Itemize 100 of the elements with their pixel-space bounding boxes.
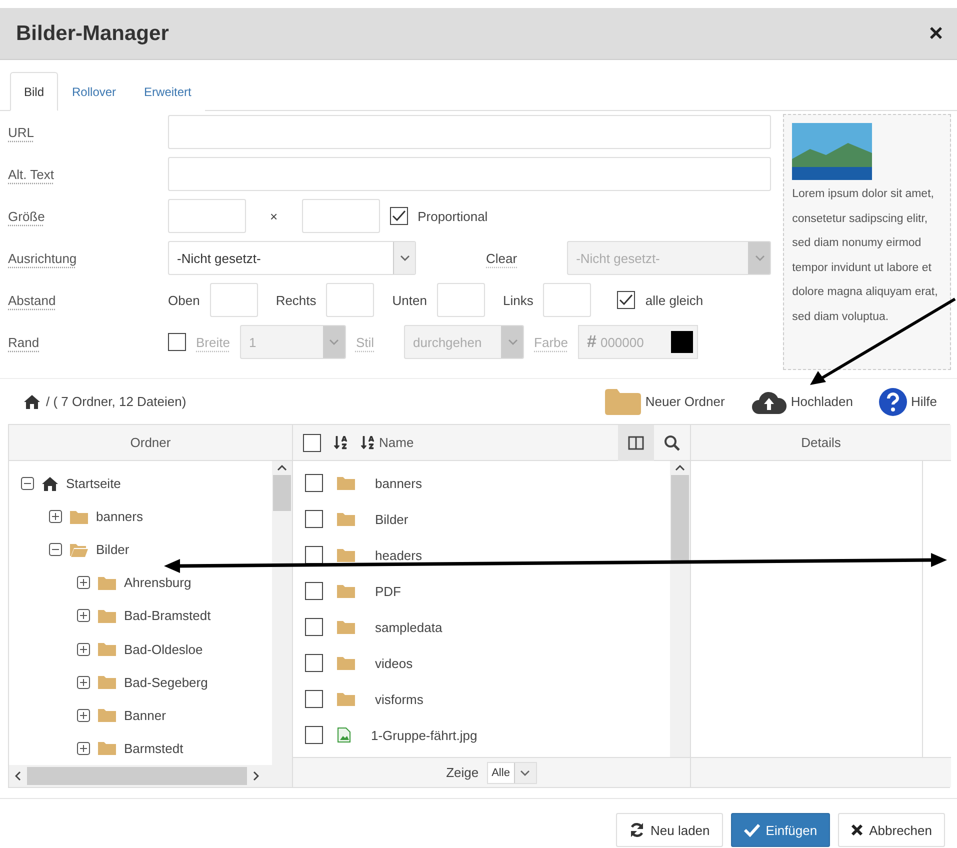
checkbox[interactable] <box>305 546 323 564</box>
tab[interactable]: Bild <box>10 72 58 111</box>
check-icon <box>744 823 760 837</box>
scroll-right-icon[interactable] <box>253 771 259 781</box>
checkbox[interactable] <box>305 726 323 744</box>
folder-icon <box>337 692 355 706</box>
checkbox[interactable] <box>305 582 323 600</box>
folder-icon <box>70 510 88 524</box>
dialog-title: Bilder-Manager <box>16 22 169 46</box>
refresh-icon <box>628 822 644 838</box>
folder-tree-item[interactable]: Ahrensburg <box>124 575 192 590</box>
chevron-down-icon <box>754 255 765 261</box>
file-name[interactable]: PDF <box>375 584 401 598</box>
checkbox[interactable] <box>168 333 186 351</box>
checkbox[interactable] <box>390 207 408 225</box>
checkbox-label: Proportional <box>418 208 488 224</box>
preview-text: Lorem ipsum dolor sit amet, consetetur sadipscing elitr, sed diam nonumy eirmod tempor invidunt ut labore et dolore magna aliquyam erat, sed diam voluptua. <box>792 187 939 324</box>
folder-tree-item[interactable]: Startseite <box>66 476 121 492</box>
dialog-button[interactable]: Einfügen <box>730 813 830 847</box>
horizontal-scrollbar[interactable] <box>9 765 292 787</box>
scrollbar[interactable] <box>670 461 690 757</box>
scrollbar-thumb[interactable] <box>27 767 247 785</box>
sort-icon[interactable] <box>333 435 348 450</box>
spacing-field[interactable] <box>543 283 592 317</box>
spacing-field[interactable] <box>210 283 258 317</box>
alt-text-field[interactable] <box>168 157 772 191</box>
spacing-label: Oben <box>168 292 200 308</box>
folder-icon <box>605 388 642 414</box>
scrollbar-thumb[interactable] <box>273 475 291 511</box>
file-name[interactable]: videos <box>375 656 413 670</box>
alignment-select[interactable]: -Nicht gesetzt- <box>168 241 416 275</box>
close-button[interactable]: × <box>926 22 945 46</box>
folder-icon <box>337 620 355 634</box>
file-name[interactable]: Bilder <box>375 512 408 526</box>
dialog-button[interactable]: Abbrechen <box>838 813 945 847</box>
scroll-up-icon[interactable] <box>675 465 685 471</box>
field-label: Farbe <box>534 334 568 350</box>
file-name[interactable]: headers <box>375 548 422 562</box>
sort-icon[interactable] <box>360 435 375 450</box>
checkbox[interactable] <box>305 618 323 636</box>
file-name[interactable]: visforms <box>375 692 424 706</box>
home-icon <box>42 476 58 491</box>
scrollbar[interactable] <box>272 461 292 765</box>
folder-tree-item[interactable]: Bad-Bramstedt <box>124 608 211 624</box>
checkbox[interactable] <box>305 510 323 528</box>
toolbar-button[interactable]: Hilfe <box>868 388 947 416</box>
checkbox[interactable] <box>617 291 636 309</box>
folder-icon <box>98 741 116 756</box>
field-label: URL <box>8 124 36 140</box>
image-file-icon <box>337 727 351 743</box>
height-field[interactable] <box>302 199 380 233</box>
scroll-left-icon[interactable] <box>15 771 21 781</box>
field-label: Rand <box>8 334 40 350</box>
expand-icon[interactable] <box>77 642 90 656</box>
file-name[interactable]: 1-Gruppe-fährt.jpg <box>371 728 478 742</box>
color-swatch[interactable] <box>671 331 693 353</box>
folder-tree-item[interactable]: Barmstedt <box>124 740 184 756</box>
checkbox[interactable] <box>305 474 323 492</box>
chevron-down-icon <box>508 339 518 345</box>
collapse-icon[interactable] <box>49 543 62 556</box>
toolbar-button[interactable]: Neuer Ordner <box>595 388 735 414</box>
file-name[interactable]: sampledata <box>375 620 442 634</box>
expand-icon[interactable] <box>77 742 90 755</box>
toolbar-button[interactable]: Hochladen <box>740 388 863 414</box>
close-icon <box>851 824 864 836</box>
spacing-field[interactable] <box>326 283 374 317</box>
show-label: Zeige <box>446 765 479 780</box>
folder-tree-item[interactable]: Bad-Oldesloe <box>124 642 203 657</box>
column-header[interactable]: Name <box>379 435 414 450</box>
folder-tree-item[interactable]: Bilder <box>96 542 130 558</box>
folder-tree-item[interactable]: Banner <box>124 708 166 723</box>
scroll-up-icon[interactable] <box>277 465 287 471</box>
expand-icon[interactable] <box>49 510 62 524</box>
checkbox[interactable] <box>305 690 323 708</box>
spacing-label: Unten <box>392 292 427 308</box>
field-label: Größe <box>8 208 46 224</box>
folder-icon <box>337 476 355 490</box>
folder-tree-item[interactable]: Bad-Segeberg <box>124 674 208 690</box>
dialog-button[interactable]: Neu laden <box>616 813 723 847</box>
checkbox[interactable] <box>305 654 323 672</box>
folder-icon <box>98 576 116 590</box>
expand-icon[interactable] <box>77 609 90 622</box>
scrollbar-thumb[interactable] <box>671 475 689 563</box>
folder-icon <box>98 708 116 722</box>
spacing-field[interactable] <box>436 283 485 317</box>
field-label: Stil <box>356 334 374 350</box>
folder-tree-item[interactable]: banners <box>96 509 143 524</box>
expand-icon[interactable] <box>77 676 90 689</box>
expand-icon[interactable] <box>77 708 90 722</box>
file-name[interactable]: banners <box>375 476 422 490</box>
width-field[interactable] <box>168 199 246 233</box>
checkbox[interactable] <box>303 434 321 452</box>
expand-icon[interactable] <box>77 576 90 590</box>
url-field[interactable] <box>168 115 772 149</box>
show-select[interactable]: Alle <box>486 762 537 784</box>
folder-path: / ( 7 Ordner, 12 Dateien) <box>46 394 186 409</box>
collapse-icon[interactable] <box>21 477 34 490</box>
chevron-down-icon <box>400 255 410 261</box>
folder-icon <box>337 584 355 598</box>
columns-icon[interactable] <box>618 424 654 460</box>
